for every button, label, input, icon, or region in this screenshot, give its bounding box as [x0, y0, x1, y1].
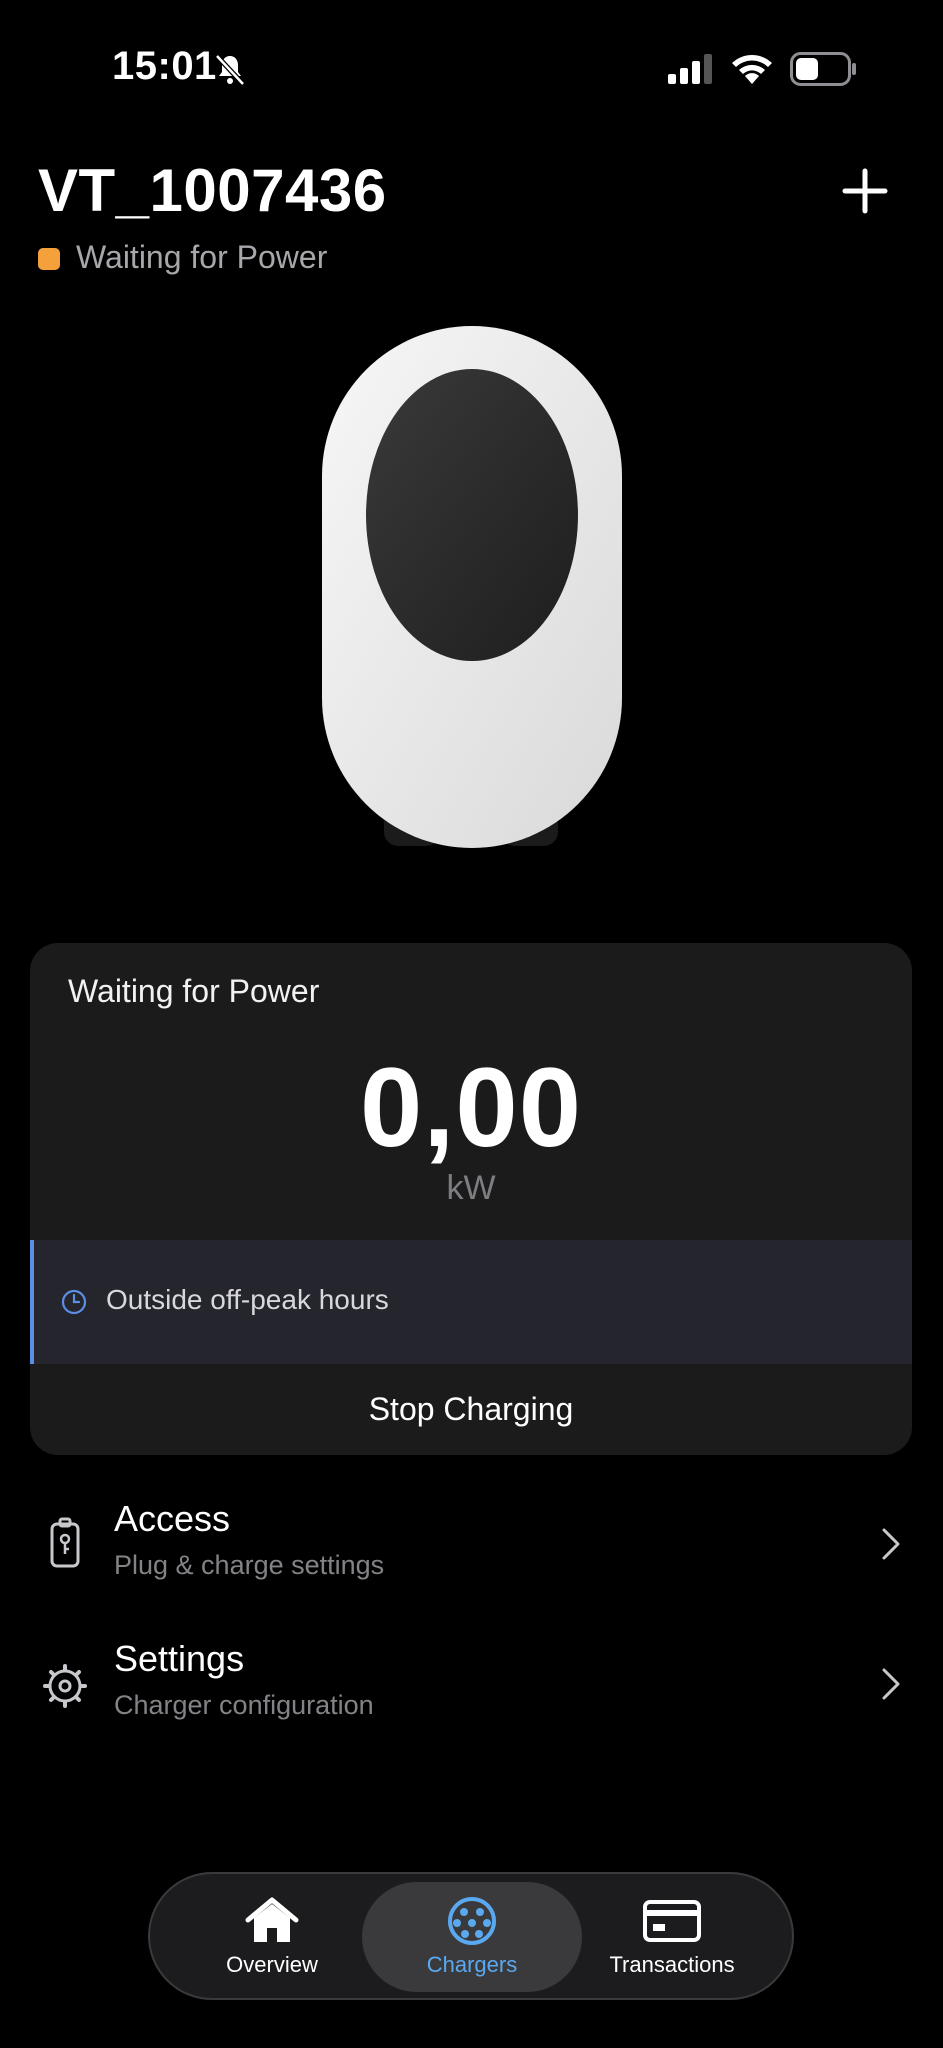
add-icon[interactable]: [842, 168, 888, 214]
card-icon: [643, 1900, 701, 1942]
menu-item-title: Settings: [114, 1638, 245, 1679]
wifi-icon: [732, 55, 772, 84]
offpeak-notice: Outside off-peak hours: [30, 1240, 912, 1364]
chevron-right-icon: [882, 1668, 900, 1700]
offpeak-text: Outside off-peak hours: [106, 1284, 389, 1315]
menu-item-subtitle: Plug & charge settings: [114, 1550, 385, 1580]
menu-item-subtitle: Charger configuration: [114, 1690, 374, 1720]
card-status-title: Waiting for Power: [68, 973, 320, 1009]
tab-transactions[interactable]: Transactions: [562, 1882, 782, 1992]
power-value: 0,00: [360, 1045, 582, 1170]
tab-overview[interactable]: Overview: [162, 1882, 382, 1992]
cellular-signal-icon: [668, 54, 712, 84]
bottom-tab-bar: Overview Chargers Transactions: [148, 1872, 794, 2000]
home-icon: [245, 1897, 299, 1942]
charger-status: Waiting for Power: [76, 239, 328, 275]
tab-label: Transactions: [609, 1952, 735, 1977]
charger-plug-icon: [448, 1897, 496, 1945]
bell-muted-icon: [215, 54, 245, 86]
key-card-icon: [50, 1517, 80, 1568]
charger-illustration: [322, 326, 622, 848]
status-indicator: [38, 248, 60, 270]
chevron-right-icon: [882, 1528, 900, 1560]
clock-icon: [61, 1289, 87, 1315]
tab-label: Overview: [226, 1952, 318, 1977]
gear-icon: [43, 1664, 87, 1708]
tab-chargers[interactable]: Chargers: [362, 1882, 582, 1992]
menu-item-access[interactable]: Access Plug & charge settings: [30, 1490, 912, 1600]
power-unit: kW: [446, 1169, 496, 1207]
battery-icon: [790, 52, 856, 86]
charging-status-card: Waiting for Power 0,00 kW Outside off-pe…: [30, 943, 912, 1455]
stop-charging-button[interactable]: Stop Charging: [30, 1364, 912, 1455]
menu-item-settings[interactable]: Settings Charger configuration: [30, 1630, 912, 1740]
tab-label: Chargers: [426, 1952, 518, 1977]
charger-name: VT_1007436: [38, 157, 387, 224]
menu-item-title: Access: [114, 1498, 231, 1539]
status-time: 15:01: [112, 44, 217, 88]
